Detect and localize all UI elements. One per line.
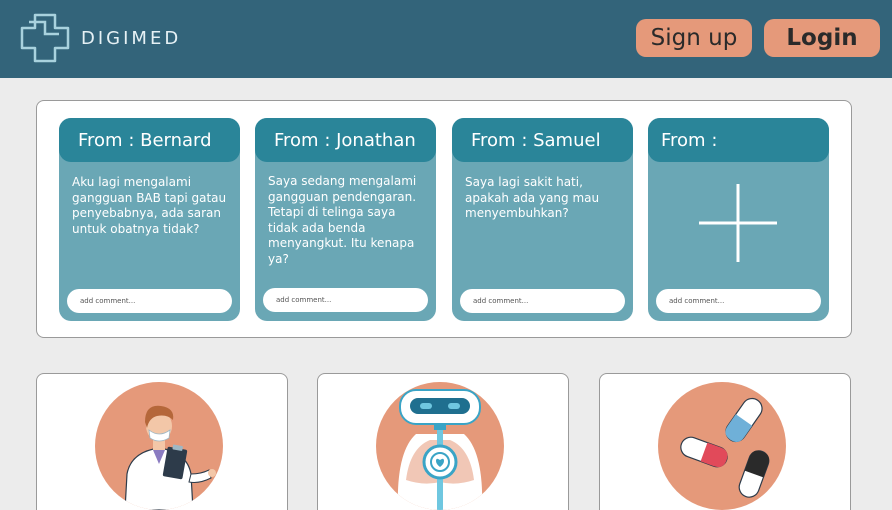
robot-icon [376, 382, 504, 510]
add-question-plus-icon[interactable] [699, 184, 777, 262]
questions-panel: From : Bernard Aku lagi mengalami ganggu… [36, 100, 852, 338]
feature-card-pills[interactable] [599, 373, 851, 510]
question-sender: From : Jonathan [255, 118, 436, 162]
question-sender: From : [648, 118, 829, 162]
sign-up-button[interactable]: Sign up [636, 19, 752, 57]
feature-card-robot[interactable] [317, 373, 569, 510]
question-card: From : Samuel Saya lagi sakit hati, apak… [452, 118, 633, 321]
question-text: Aku lagi mengalami gangguan BAB tapi gat… [72, 175, 227, 236]
doctor-icon [95, 382, 223, 510]
top-navbar: DIGIMED Sign up Login [0, 0, 892, 78]
comment-input[interactable] [67, 289, 232, 313]
login-button[interactable]: Login [764, 19, 880, 57]
comment-input[interactable] [656, 289, 821, 313]
pills-icon [658, 382, 786, 510]
new-question-card: From : [648, 118, 829, 321]
medical-cross-logo-icon[interactable] [19, 12, 71, 64]
question-text: Saya sedang mengalami gangguan pendengar… [268, 174, 417, 266]
feature-card-doctor[interactable] [36, 373, 288, 510]
comment-input[interactable] [263, 288, 428, 312]
question-text: Saya lagi sakit hati, apakah ada yang ma… [465, 175, 600, 220]
brand-name[interactable]: DIGIMED [81, 28, 181, 49]
comment-input[interactable] [460, 289, 625, 313]
question-card: From : Jonathan Saya sedang mengalami ga… [255, 118, 436, 321]
question-sender: From : Samuel [452, 118, 633, 162]
question-card: From : Bernard Aku lagi mengalami ganggu… [59, 118, 240, 321]
question-sender: From : Bernard [59, 118, 240, 162]
